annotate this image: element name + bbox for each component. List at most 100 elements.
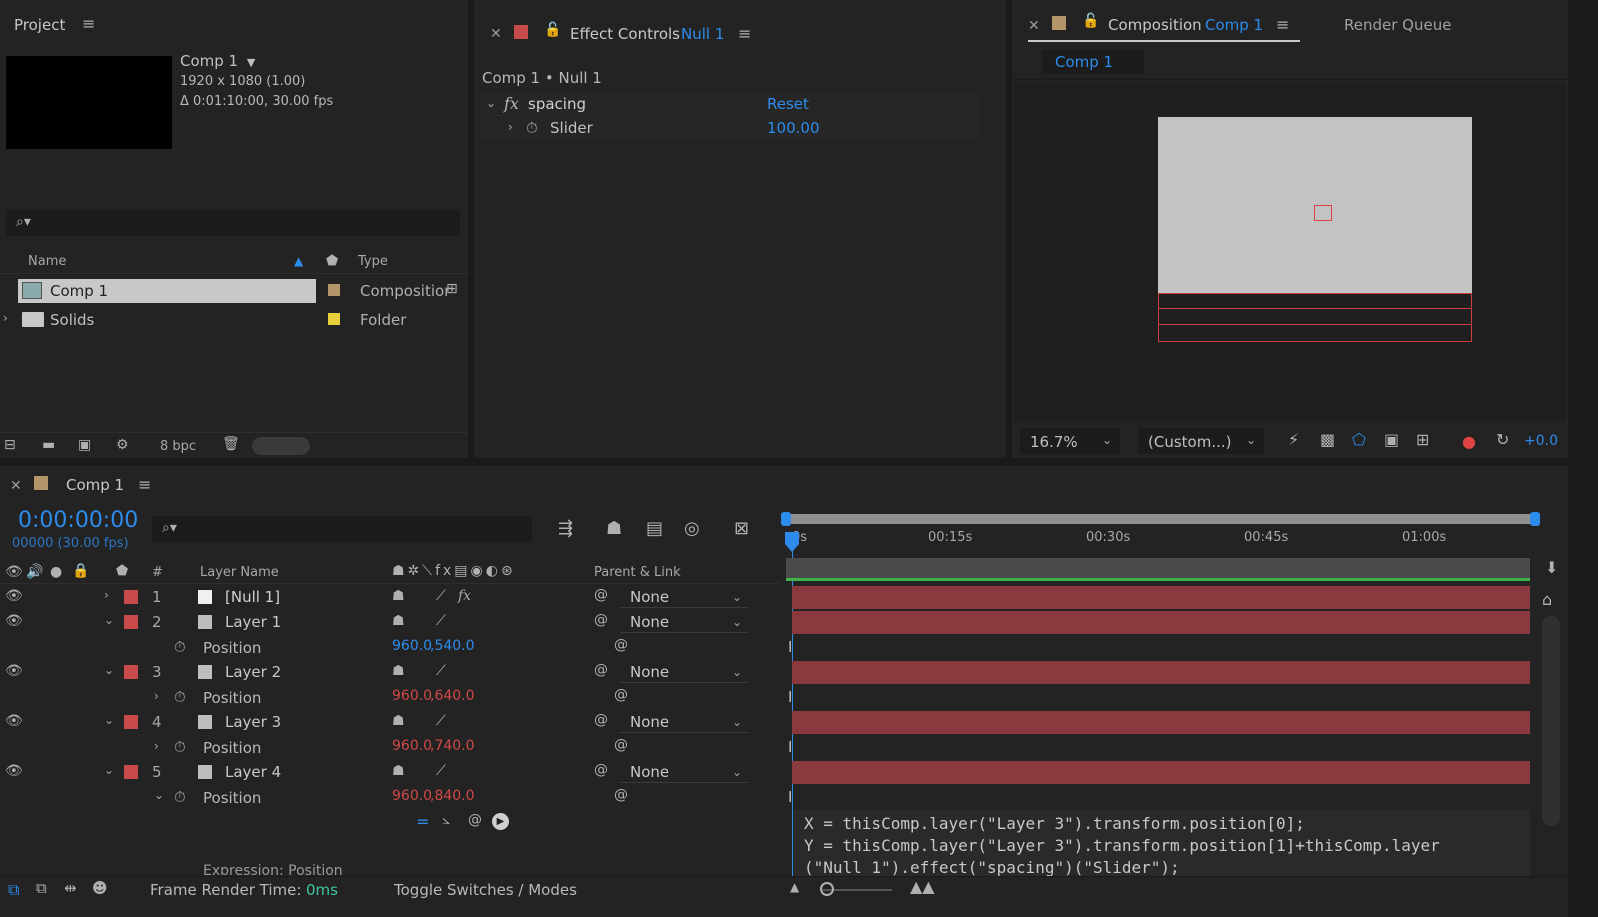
keyframe-marker[interactable]: I xyxy=(788,788,792,806)
shy-switch-icon[interactable]: ☗ xyxy=(392,664,405,678)
expression-graph-icon[interactable]: ⦣ xyxy=(442,813,450,827)
position-x-value[interactable]: 960.0 xyxy=(392,738,432,754)
expand-arrow-icon[interactable]: › xyxy=(104,588,109,602)
zoom-slider-thumb[interactable] xyxy=(820,882,834,896)
quality-switch-icon[interactable]: ⟋ xyxy=(436,764,446,778)
comp-marker-bin-icon[interactable]: ⬇ xyxy=(1545,560,1558,576)
audio-icon[interactable]: 🔊 xyxy=(26,565,43,579)
label-color-swatch[interactable] xyxy=(124,615,138,629)
current-timecode[interactable]: 0:00:00:00 xyxy=(18,508,138,533)
column-layer-name-header[interactable]: Layer Name xyxy=(200,565,279,580)
property-row[interactable]: › ⏱ Position 960.0 ,740.0 @ xyxy=(0,735,780,760)
position-x-value[interactable]: 960.0 xyxy=(392,638,432,654)
project-item-solids[interactable]: › Solids Folder xyxy=(0,308,468,333)
collapse-arrow-icon[interactable]: ⌄ xyxy=(154,788,164,802)
effect-menu-icon[interactable]: ≡ xyxy=(738,24,751,43)
comp-viewer-tab[interactable]: Comp 1 xyxy=(1042,50,1144,74)
transparency-grid-icon[interactable]: ▩ xyxy=(1320,432,1335,448)
color-channels-icon[interactable]: ● xyxy=(1462,432,1476,451)
timeline-menu-icon[interactable]: ≡ xyxy=(138,475,151,494)
quality-switch-icon[interactable]: ⟋ xyxy=(436,614,446,628)
comp-viewer[interactable] xyxy=(1014,82,1566,422)
layer-duration-bar[interactable] xyxy=(792,761,1530,784)
project-item-comp[interactable]: Comp 1 Compositior ⊞ xyxy=(18,279,468,304)
keyframe-marker[interactable]: I xyxy=(788,638,792,656)
label-color-swatch[interactable] xyxy=(124,715,138,729)
shy-switch-icon[interactable]: ☗ xyxy=(392,614,405,628)
grid-guides-icon[interactable]: ⊞ xyxy=(1416,432,1429,448)
frame-blending-icon[interactable]: ▤ xyxy=(646,520,663,538)
expand-arrow-icon[interactable]: › xyxy=(154,739,159,753)
expression-enable-icon[interactable]: = xyxy=(416,812,429,831)
parent-dropdown[interactable]: None ⌄ xyxy=(620,587,748,608)
in-out-toggle-icon[interactable]: ⇹ xyxy=(64,881,77,896)
fx-icon[interactable]: fx xyxy=(504,94,519,113)
effect-reset-button[interactable]: Reset xyxy=(767,95,809,113)
bpc-toggle[interactable]: 8 bpc xyxy=(160,439,196,454)
new-folder-icon[interactable]: ▬ xyxy=(42,438,55,452)
position-y-value[interactable]: ,740.0 xyxy=(430,738,475,754)
layer-row[interactable]: 👁 ⌄ 3 Layer 2 ☗ ⟋ @ None ⌄ xyxy=(0,660,780,685)
stopwatch-icon[interactable]: ⏱ xyxy=(174,688,186,706)
new-composition-icon[interactable]: ▣ xyxy=(78,438,91,452)
flowchart-icon[interactable]: ⊞ xyxy=(446,281,458,297)
toggle-switches-modes-button[interactable]: Toggle Switches / Modes xyxy=(394,881,577,899)
shy-switch-icon[interactable]: ☗ xyxy=(392,589,405,603)
graph-editor-icon[interactable]: ⊠ xyxy=(734,520,749,538)
pick-whip-icon[interactable]: @ xyxy=(614,788,628,802)
thumbnail-size-slider[interactable] xyxy=(252,437,310,455)
project-menu-icon[interactable]: ≡ xyxy=(82,14,95,33)
layer-name[interactable]: Layer 2 xyxy=(225,663,281,681)
project-settings-icon[interactable]: ⚙ xyxy=(116,438,129,452)
pick-whip-icon[interactable]: @ xyxy=(594,763,608,777)
expression-editor[interactable]: X = thisComp.layer("Layer 3").transform.… xyxy=(794,810,1530,876)
shy-switch-icon[interactable]: ☗ xyxy=(392,764,405,778)
exposure-value[interactable]: +0.0 xyxy=(1524,433,1558,449)
layer-row[interactable]: 👁 › 1 [Null 1] ☗ ⟋ fx @ None ⌄ xyxy=(0,585,780,610)
layer-name[interactable]: Layer 4 xyxy=(225,763,281,781)
pick-whip-icon[interactable]: @ xyxy=(614,738,628,752)
position-y-value[interactable]: ,540.0 xyxy=(430,638,475,654)
pick-whip-icon[interactable]: @ xyxy=(614,638,628,652)
expand-arrow-icon[interactable]: › xyxy=(508,120,513,134)
lock-icon[interactable]: 🔓 xyxy=(1082,14,1099,28)
expand-arrow-icon[interactable]: › xyxy=(154,689,159,703)
layer-duration-bar[interactable] xyxy=(792,611,1530,634)
collapse-arrow-icon[interactable]: ⌄ xyxy=(104,663,114,677)
layer-row[interactable]: 👁 ⌄ 4 Layer 3 ☗ ⟋ @ None ⌄ xyxy=(0,710,780,735)
comp-mini-flowchart-icon[interactable]: ⇶ xyxy=(558,520,573,538)
zoom-dropdown[interactable]: 16.7% ⌄ xyxy=(1020,428,1120,454)
comp-dropdown-icon[interactable]: ▼ xyxy=(247,56,255,69)
comp-button-icon[interactable]: ⌂ xyxy=(1542,592,1552,608)
shy-switch-icon[interactable]: ☗ xyxy=(392,714,405,728)
label-color-swatch[interactable] xyxy=(124,665,138,679)
collapse-arrow-icon[interactable]: ⌄ xyxy=(104,713,114,727)
layer-row[interactable]: 👁 ⌄ 5 Layer 4 ☗ ⟋ @ None ⌄ xyxy=(0,760,780,785)
collapse-arrow-icon[interactable]: ⌄ xyxy=(104,763,114,777)
timeline-search-input[interactable]: ⌕▾ xyxy=(152,516,532,542)
eye-icon[interactable]: 👁 xyxy=(5,714,23,728)
pick-whip-icon[interactable]: @ xyxy=(594,713,608,727)
eye-icon[interactable]: 👁 xyxy=(5,589,23,603)
timeline-vertical-scrollbar[interactable] xyxy=(1542,616,1560,826)
zoom-out-icon[interactable]: ▲ xyxy=(790,881,799,893)
lock-icon[interactable]: 🔒 xyxy=(72,564,89,578)
playhead[interactable] xyxy=(785,532,799,552)
keyframe-marker[interactable]: I xyxy=(788,738,792,756)
quality-switch-icon[interactable]: ⟋ xyxy=(436,589,446,603)
close-icon[interactable]: ✕ xyxy=(1028,18,1040,34)
effect-row[interactable]: ⌄ fx spacing Reset xyxy=(480,93,980,116)
render-time-icon[interactable]: ☻ xyxy=(92,881,108,896)
transfer-controls-icon[interactable]: ⧉ xyxy=(36,881,47,896)
close-icon[interactable]: ✕ xyxy=(10,478,22,494)
layer-bounding-box[interactable] xyxy=(1158,293,1472,309)
position-y-value[interactable]: ,840.0 xyxy=(430,788,475,804)
layer-name[interactable]: Layer 3 xyxy=(225,713,281,731)
stopwatch-icon[interactable]: ⏱ xyxy=(174,738,186,756)
column-name-header[interactable]: Name xyxy=(28,254,66,269)
mask-visibility-icon[interactable]: ⬠ xyxy=(1352,432,1366,448)
position-x-value[interactable]: 960.0 xyxy=(392,688,432,704)
property-row[interactable]: ⏱ Position 960.0 ,540.0 @ xyxy=(0,635,780,660)
column-type-header[interactable]: Type xyxy=(358,254,388,269)
quality-switch-icon[interactable]: ⟋ xyxy=(436,714,446,728)
